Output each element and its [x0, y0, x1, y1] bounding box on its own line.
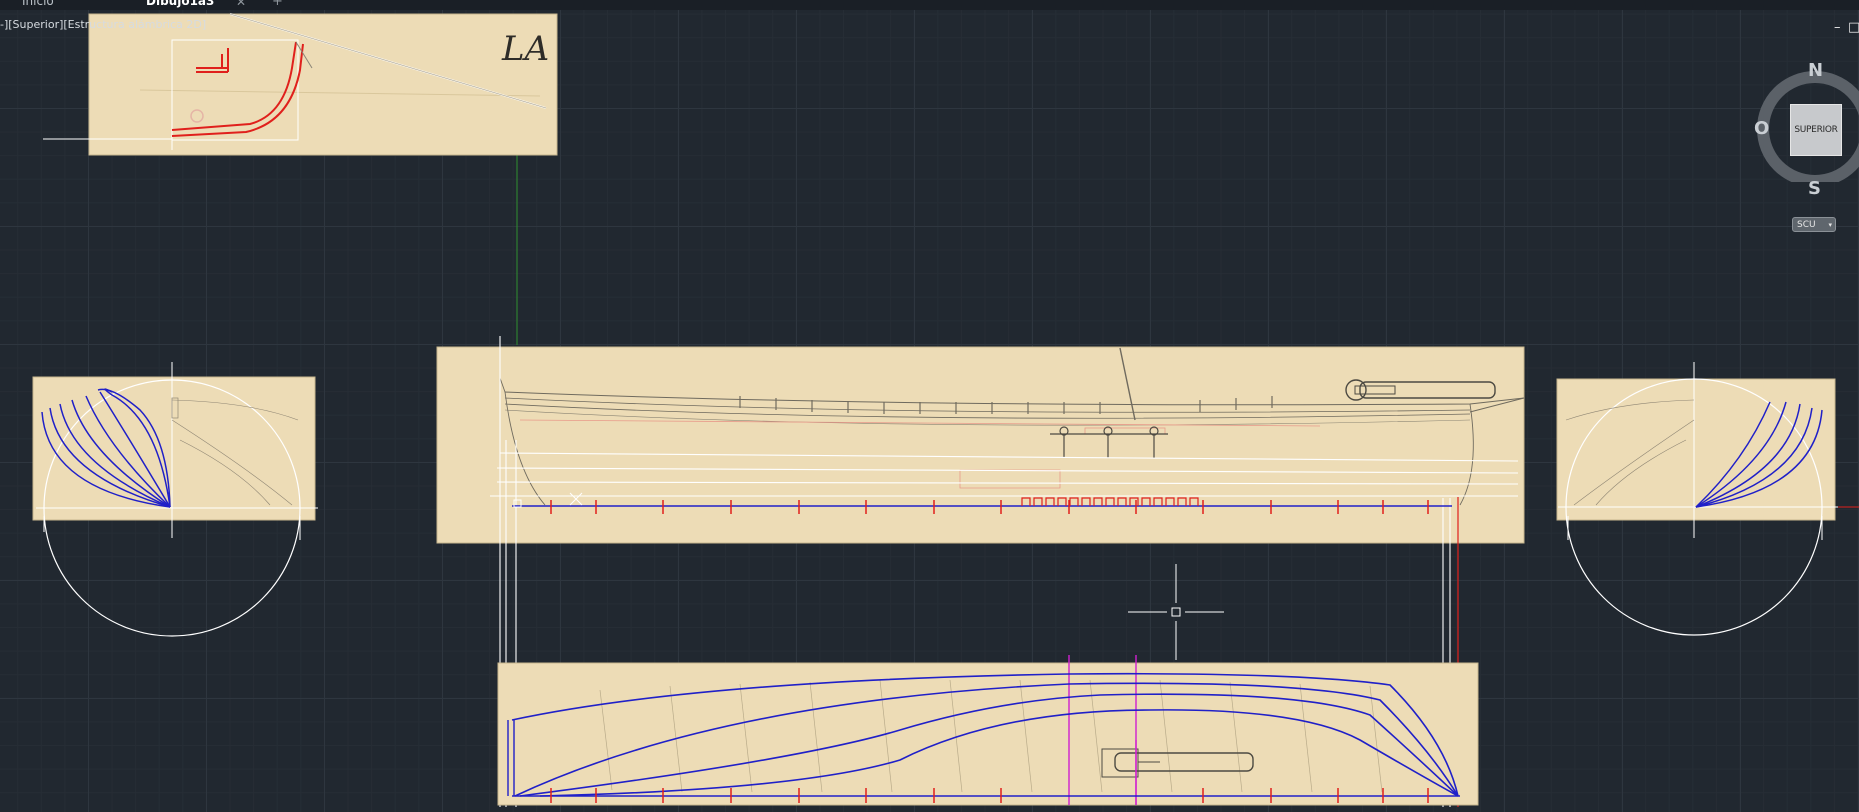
- plan-view-image: LA: [43, 13, 558, 156]
- document-tab-bar: Inicio Dibujo1a3 ✕ +: [0, 0, 1859, 10]
- ucs-menu-button[interactable]: SCU ▾: [1792, 217, 1836, 232]
- compass-west[interactable]: O: [1754, 118, 1769, 139]
- viewcube-face-top[interactable]: SUPERIOR: [1790, 104, 1842, 156]
- viewcube[interactable]: N S O SUPERIOR: [1752, 60, 1859, 199]
- ucs-label: SCU: [1797, 220, 1816, 230]
- tab-inicio[interactable]: Inicio: [22, 0, 54, 8]
- plan-lettering: LA: [501, 29, 549, 69]
- viewport-minimize-button[interactable]: –: [1834, 20, 1841, 35]
- viewport-controls-label[interactable]: -][Superior][Estructura alámbrica 2D]: [0, 18, 206, 31]
- cad-drawing[interactable]: LA: [0, 10, 1859, 812]
- crosshair-cursor: [1128, 564, 1224, 660]
- compass-south[interactable]: S: [1808, 178, 1821, 199]
- left-body-plan: [32, 362, 318, 637]
- tab-dibujo1a3[interactable]: Dibujo1a3: [146, 0, 214, 8]
- viewport-restore-button[interactable]: □: [1848, 20, 1859, 35]
- right-body-plan: [1556, 362, 1859, 636]
- half-breadth-view-image: [497, 655, 1479, 806]
- new-tab-button[interactable]: +: [272, 0, 283, 9]
- drawing-viewport[interactable]: -][Superior][Estructura alámbrica 2D] LA: [0, 10, 1859, 812]
- chevron-down-icon: ▾: [1828, 221, 1832, 229]
- tab-close-icon[interactable]: ✕: [236, 0, 246, 9]
- compass-north[interactable]: N: [1808, 60, 1823, 81]
